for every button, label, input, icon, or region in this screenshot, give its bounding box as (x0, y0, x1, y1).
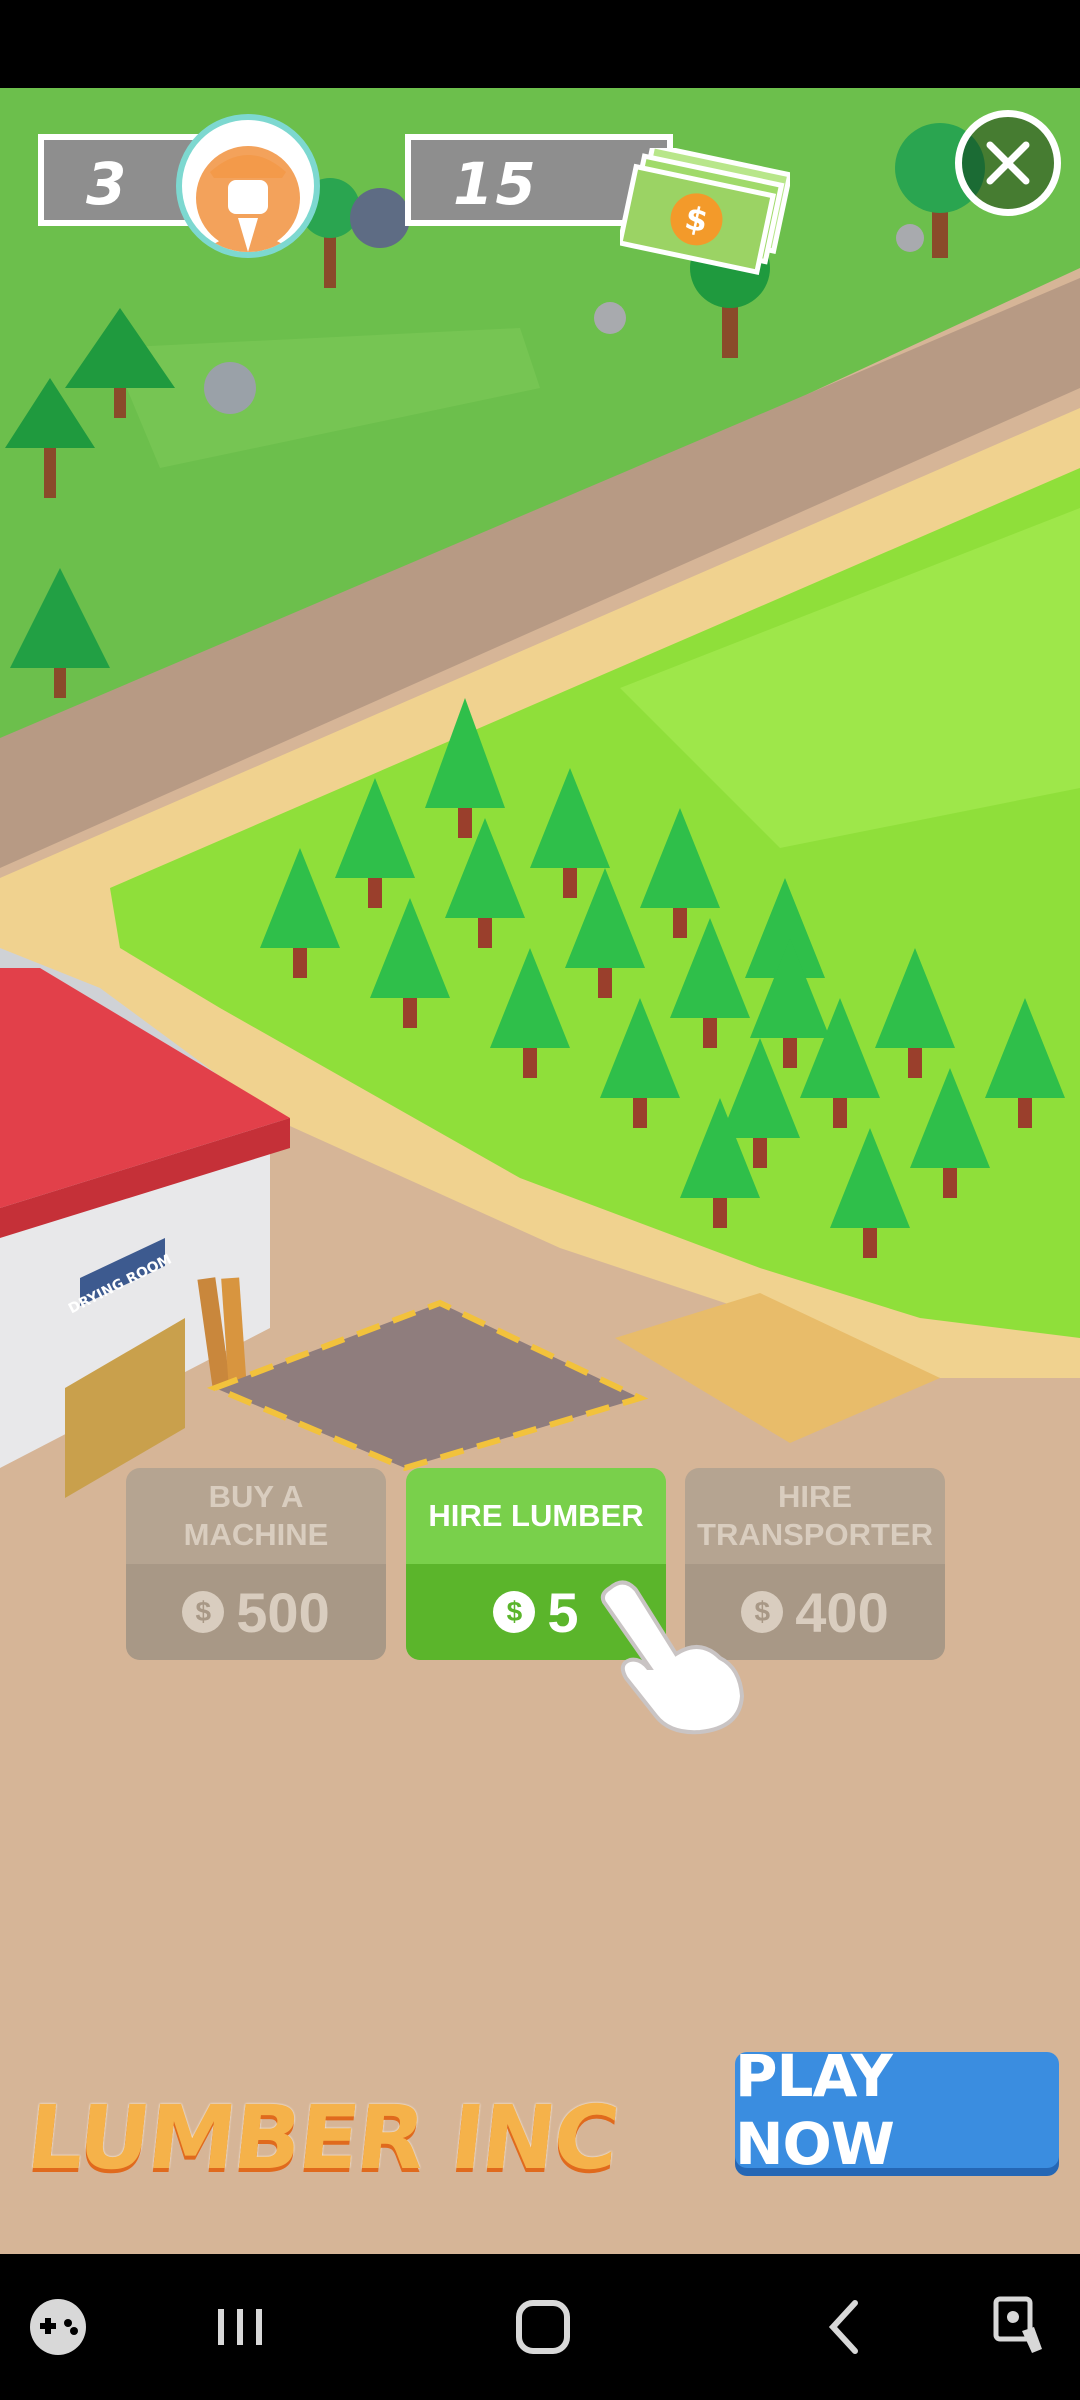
recent-apps-icon[interactable] (200, 2287, 280, 2367)
machine-pad (206, 1299, 649, 1472)
buy-machine-button[interactable]: BUY A MACHINE $ 500 (126, 1468, 386, 1660)
hire-lumber-price: 5 (547, 1580, 579, 1644)
coin-icon: $ (493, 1591, 536, 1633)
worker-avatar-icon (176, 114, 320, 258)
game-view[interactable]: DRYING ROOM 3 15 $ BUY A MACHINE $ 500 H… (0, 88, 1080, 2254)
close-icon (986, 141, 1030, 185)
tap-hand-icon (590, 1568, 760, 1738)
home-icon[interactable] (503, 2287, 583, 2367)
status-bar (0, 0, 1080, 88)
back-icon[interactable] (805, 2287, 885, 2367)
buy-machine-price-row: $ 500 (126, 1564, 386, 1660)
money-count: 15 (453, 150, 538, 218)
accessibility-icon[interactable] (982, 2287, 1062, 2367)
worker-count: 3 (86, 150, 129, 218)
hire-transporter-label: HIRE TRANSPORTER (697, 1479, 933, 1552)
coin-icon: $ (182, 1591, 225, 1633)
play-now-button[interactable]: PLAY NOW (735, 2042, 1059, 2178)
close-button[interactable] (955, 110, 1061, 216)
game-tools-icon[interactable] (18, 2287, 98, 2367)
buy-machine-price: 500 (236, 1580, 330, 1644)
game-scene[interactable]: DRYING ROOM (0, 88, 1080, 2254)
hire-transporter-price: 400 (795, 1580, 889, 1644)
navigation-bar (0, 2254, 1080, 2400)
hire-lumber-label: HIRE LUMBER (428, 1498, 644, 1533)
lumber-inc-logo: LUMBER INC (22, 2086, 622, 2189)
cash-icon: $ (616, 142, 793, 278)
buy-machine-label: BUY A MACHINE (183, 1479, 329, 1552)
